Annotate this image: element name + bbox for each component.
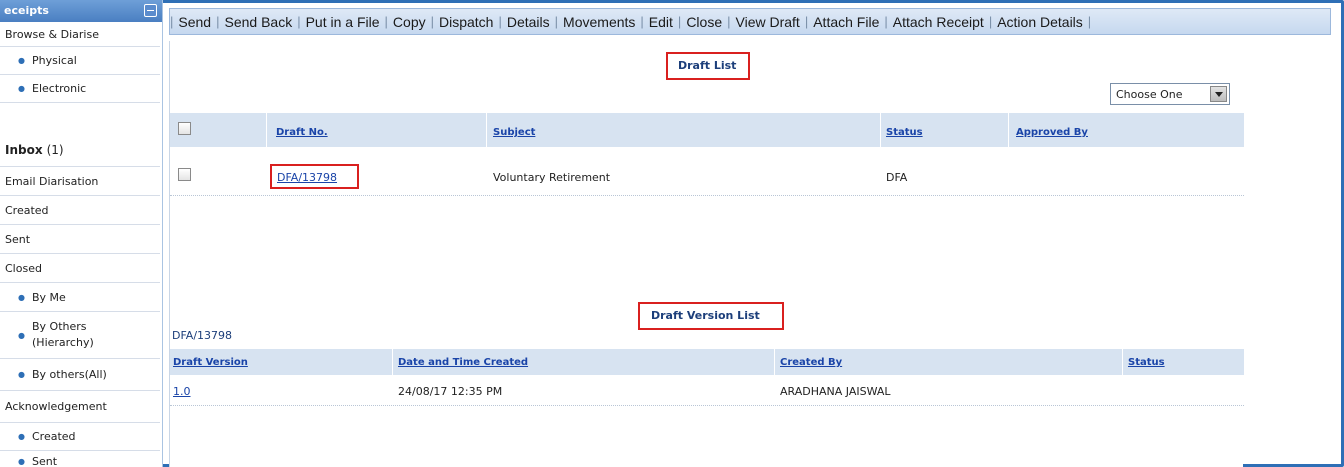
sidebar-item-acknowledgement[interactable]: Acknowledgement [0, 391, 160, 423]
bullet-icon: ● [18, 330, 25, 340]
column-divider [774, 349, 775, 375]
created-by-cell: ARADHANA JAISWAL [780, 385, 891, 398]
details-button[interactable]: Details [502, 14, 555, 30]
sidebar-item-label-line1: By Others [32, 320, 87, 333]
dispatch-button[interactable]: Dispatch [434, 14, 498, 30]
sidebar-item-electronic[interactable]: ● Electronic [0, 75, 160, 103]
sidebar-item-label: Created [32, 430, 76, 443]
row-divider [170, 195, 1244, 196]
sidebar-header-label: eceipts [4, 4, 49, 17]
sidebar-item-by-others-all[interactable]: ● By others(All) [0, 359, 160, 391]
put-in-a-file-button[interactable]: Put in a File [301, 14, 385, 30]
close-button[interactable]: Close [681, 14, 727, 30]
edit-button[interactable]: Edit [644, 14, 678, 30]
row-divider [170, 405, 1244, 406]
sidebar-item-label: By Me [32, 290, 66, 304]
send-button[interactable]: Send [173, 14, 216, 30]
bullet-icon: ● [18, 84, 25, 93]
sidebar-item-label: Acknowledgement [5, 400, 107, 413]
column-divider [1122, 349, 1123, 375]
column-header-subject[interactable]: Subject [493, 127, 535, 138]
sidebar-item-label: Sent [32, 455, 58, 467]
bullet-icon: ● [18, 370, 25, 379]
inbox-count: (1) [46, 142, 64, 157]
sidebar-item-label: Created [5, 203, 49, 217]
sidebar-item-label: Closed [5, 261, 42, 275]
subject-cell: Voluntary Retirement [493, 171, 611, 184]
sidebar-item-label: Email Diarisation [5, 174, 99, 188]
sidebar-item-closed[interactable]: Closed [0, 254, 160, 283]
attach-file-button[interactable]: Attach File [808, 14, 884, 30]
column-divider [266, 113, 267, 147]
column-header-draft-no[interactable]: Draft No. [276, 127, 328, 138]
sidebar-item-browse-diarise[interactable]: Browse & Diarise [0, 22, 160, 47]
sidebar-item-label: Inbox [5, 142, 43, 157]
column-divider [392, 349, 393, 375]
bullet-icon: ● [18, 292, 25, 302]
chevron-down-icon[interactable] [1210, 86, 1227, 102]
column-header-created-by[interactable]: Created By [780, 357, 842, 368]
date-created-cell: 24/08/17 12:35 PM [398, 385, 503, 398]
column-divider [1008, 113, 1009, 147]
sidebar-item-label-line2: (Hierarchy) [32, 336, 94, 349]
main-content: Draft List Choose One Draft No. Subject … [169, 41, 1244, 467]
sidebar: eceipts Browse & Diarise ● Physical ● El… [0, 0, 163, 467]
sidebar-item-inbox[interactable]: Inbox (1) [0, 103, 160, 167]
column-header-version-status[interactable]: Status [1128, 357, 1165, 368]
sidebar-item-label: By Others (Hierarchy) [0, 319, 94, 351]
sidebar-item-label: By others(All) [32, 368, 107, 381]
bullet-icon: ● [18, 56, 25, 65]
draft-list-title: Draft List [678, 59, 737, 72]
sidebar-item-email-diarisation[interactable]: Email Diarisation [0, 167, 160, 196]
column-header-approved-by[interactable]: Approved By [1016, 127, 1088, 138]
draft-version-ref: DFA/13798 [172, 329, 233, 342]
toolbar-separator: | [1087, 14, 1092, 29]
collapse-icon[interactable] [144, 4, 157, 17]
draft-list-header: Draft No. Subject Status Approved By [170, 113, 1244, 147]
bullet-icon: ● [18, 432, 25, 441]
sidebar-item-by-me[interactable]: ● By Me [0, 283, 160, 312]
send-back-button[interactable]: Send Back [219, 14, 297, 30]
sidebar-item-label: Sent [5, 232, 31, 246]
bullet-icon: ● [18, 457, 25, 466]
sidebar-item-physical[interactable]: ● Physical [0, 47, 160, 75]
attach-receipt-button[interactable]: Attach Receipt [888, 14, 989, 30]
sidebar-item-ack-created[interactable]: ● Created [0, 423, 160, 451]
column-header-date-created[interactable]: Date and Time Created [398, 357, 528, 368]
column-divider [486, 113, 487, 147]
sidebar-item-created[interactable]: Created [0, 196, 160, 225]
action-details-button[interactable]: Action Details [992, 14, 1088, 30]
select-all-checkbox[interactable] [178, 122, 191, 135]
sidebar-item-label: Electronic [32, 82, 87, 95]
choose-one-value: Choose One [1116, 87, 1183, 101]
sidebar-item-label: Physical [32, 54, 77, 67]
action-toolbar: | Send | Send Back | Put in a File | Copy | … [169, 8, 1331, 35]
row-checkbox[interactable] [178, 168, 191, 181]
view-draft-button[interactable]: View Draft [731, 14, 805, 30]
draft-no-link[interactable]: DFA/13798 [277, 171, 337, 184]
draft-version-link[interactable]: 1.0 [173, 385, 191, 398]
sidebar-item-sent[interactable]: Sent [0, 225, 160, 254]
sidebar-header[interactable]: eceipts [0, 0, 162, 22]
column-divider [880, 113, 881, 147]
column-header-status[interactable]: Status [886, 127, 923, 138]
sidebar-item-by-others[interactable]: ● By Others (Hierarchy) [0, 312, 160, 359]
column-header-draft-version[interactable]: Draft Version [173, 357, 248, 368]
sidebar-item-label: Browse & Diarise [5, 27, 99, 41]
draft-version-list-title: Draft Version List [651, 309, 760, 322]
status-cell: DFA [886, 171, 908, 184]
draft-version-header: Draft Version Date and Time Created Crea… [170, 349, 1244, 375]
movements-button[interactable]: Movements [558, 14, 640, 30]
copy-button[interactable]: Copy [388, 14, 431, 30]
sidebar-item-ack-sent[interactable]: ● Sent [0, 451, 160, 467]
choose-one-select[interactable]: Choose One [1110, 83, 1230, 105]
